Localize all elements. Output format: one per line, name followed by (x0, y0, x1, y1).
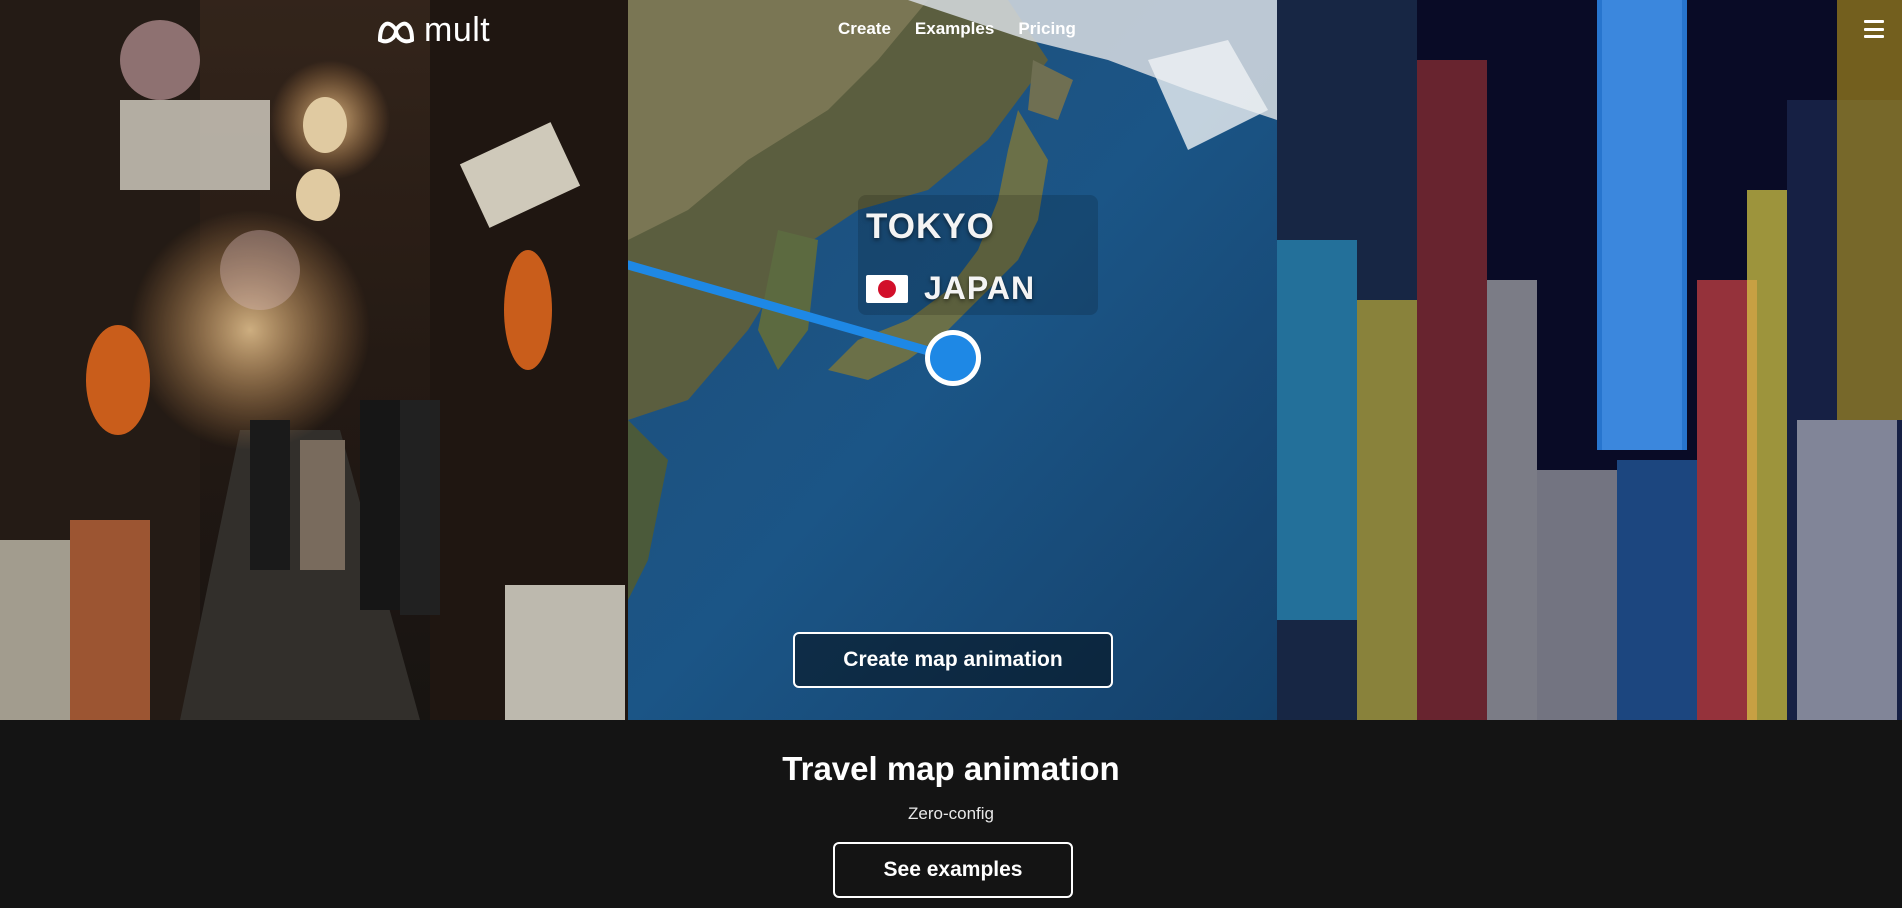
map-country-row: JAPAN (866, 270, 1035, 307)
nav-create[interactable]: Create (838, 19, 891, 39)
nav-pricing[interactable]: Pricing (1018, 19, 1076, 39)
mult-logo-icon (378, 21, 414, 44)
japan-flag-icon (866, 274, 908, 303)
brand-name: mult (424, 11, 491, 49)
map-city-label: TOKYO (866, 207, 995, 246)
section-title: Travel map animation (782, 750, 1120, 787)
see-examples-button[interactable]: See examples (833, 842, 1073, 898)
top-nav: Create Examples Pricing (838, 19, 1100, 39)
neon-street-photo (1277, 0, 1902, 720)
map-country-label: JAPAN (924, 270, 1036, 306)
section-subtitle: Zero-config (908, 804, 994, 823)
map-animation-preview (628, 0, 1277, 720)
hero-section: mult Create Examples Pricing TOKYO JAPAN… (0, 0, 1902, 720)
alley-photo (0, 0, 628, 720)
nav-examples[interactable]: Examples (915, 19, 994, 39)
brand-logo[interactable]: mult (376, 12, 490, 48)
hamburger-menu-icon[interactable] (1864, 20, 1884, 38)
intro-section: Travel map animation Zero-config See exa… (0, 720, 1902, 908)
create-map-animation-button[interactable]: Create map animation (793, 632, 1113, 688)
